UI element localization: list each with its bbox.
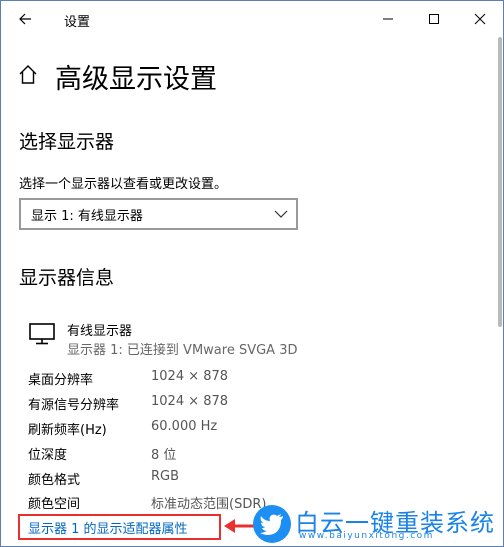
arrow-left-icon (19, 13, 31, 25)
back-button[interactable] (11, 5, 39, 33)
monitor-icon (29, 323, 55, 345)
close-icon (474, 13, 486, 25)
display-select[interactable]: 显示 1: 有线显示器 (19, 198, 298, 230)
display-select-value: 显示 1: 有线显示器 (31, 208, 143, 224)
select-display-heading: 选择显示器 (19, 131, 115, 153)
info-value: 8 位 (151, 448, 177, 463)
scrollbar[interactable] (498, 37, 502, 327)
info-row: 颜色格式 RGB (28, 469, 328, 489)
twitter-bird-icon (260, 514, 283, 535)
info-value: 标准动态范围(SDR) (151, 497, 267, 512)
bird-logo-icon (253, 505, 291, 543)
info-value: 1024 × 878 (151, 369, 229, 384)
window-title: 设置 (64, 15, 91, 30)
info-value: RGB (151, 469, 180, 484)
info-label: 刷新频率(Hz) (28, 423, 107, 438)
info-label: 桌面分辨率 (28, 373, 94, 388)
info-row: 有源信号分辨率 1024 × 878 (28, 394, 328, 414)
minimize-button[interactable] (365, 1, 411, 37)
select-display-description: 选择一个显示器以查看或更改设置。 (19, 177, 228, 192)
info-label: 颜色格式 (28, 473, 81, 488)
maximize-button[interactable] (411, 1, 457, 37)
info-row: 位深度 8 位 (28, 444, 328, 464)
page-title: 高级显示设置 (55, 64, 217, 95)
chevron-down-icon (274, 210, 288, 218)
home-icon[interactable] (18, 64, 38, 86)
info-row: 刷新频率(Hz) 60.000 Hz (28, 419, 328, 439)
info-label: 有源信号分辨率 (28, 398, 120, 413)
watermark-url: www.baiyunxitong.com (299, 531, 434, 541)
close-button[interactable] (457, 1, 503, 37)
display-adapter-properties-link[interactable]: 显示器 1 的显示适配器属性 (28, 518, 188, 537)
info-value: 1024 × 878 (151, 394, 229, 409)
monitor-subtitle: 显示器 1: 已连接到 VMware SVGA 3D (67, 343, 298, 358)
display-info-heading: 显示器信息 (19, 267, 115, 289)
arrow-left-annotation-icon (224, 519, 256, 533)
minimize-icon (383, 18, 393, 20)
info-label: 位深度 (28, 448, 68, 463)
info-value: 60.000 Hz (151, 419, 218, 434)
settings-window: 设置 高级显示设置 选择显示器 选择一个显示器以查看或更改设置。 显示 1: 有… (0, 0, 504, 547)
info-label: 颜色空间 (28, 497, 81, 512)
maximize-icon (429, 14, 439, 24)
title-bar: 设置 (1, 1, 503, 37)
info-row: 桌面分辨率 1024 × 878 (28, 369, 328, 389)
monitor-name: 有线显示器 (67, 324, 133, 339)
